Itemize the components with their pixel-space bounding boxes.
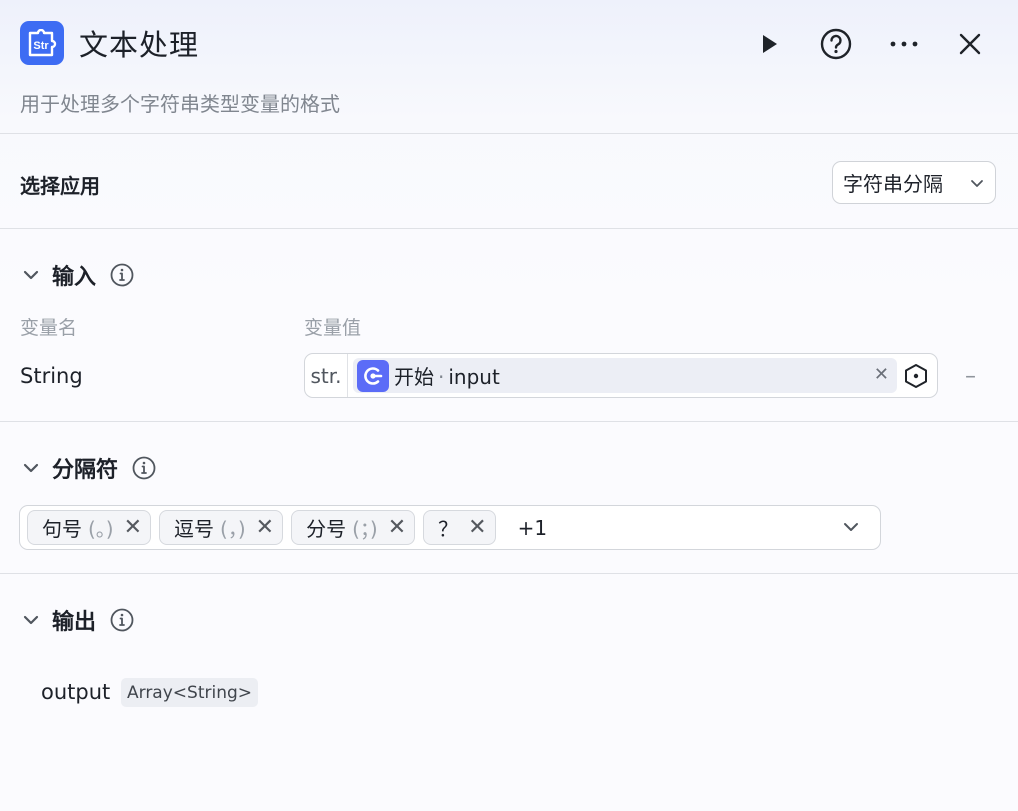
start-node-icon bbox=[364, 366, 383, 385]
divider bbox=[0, 133, 1018, 134]
tag-label: 分号 bbox=[306, 517, 347, 541]
variable-value-field[interactable]: str. 开始 · input ✕ bbox=[304, 353, 938, 398]
tag-label: 逗号 bbox=[174, 517, 215, 541]
divider bbox=[0, 573, 1018, 574]
divider bbox=[0, 421, 1018, 422]
subtitle: 用于处理多个字符串类型变量的格式 bbox=[20, 92, 340, 116]
collapse-toggle[interactable] bbox=[20, 609, 42, 631]
chevron-down-icon bbox=[971, 179, 983, 187]
puzzle-str-icon: Str bbox=[28, 29, 57, 57]
variable-reference-chip[interactable]: 开始 · input ✕ bbox=[353, 358, 897, 393]
collapse-toggle[interactable] bbox=[20, 264, 42, 286]
help-button[interactable] bbox=[816, 24, 856, 64]
input-section-header: 输入 bbox=[20, 259, 134, 291]
info-icon[interactable] bbox=[110, 263, 134, 287]
reference-text: 开始 · input bbox=[394, 361, 500, 390]
tag-symbol: (。) bbox=[88, 517, 114, 541]
tag-label: 句号 bbox=[42, 517, 82, 541]
info-icon bbox=[132, 456, 156, 480]
more-button[interactable] bbox=[884, 24, 924, 64]
separator-multiselect[interactable]: 句号 (。) ✕ 逗号 (，) ✕ 分号 (；) ✕ ？ ✕ +1 bbox=[19, 505, 881, 550]
more-tags-count[interactable]: +1 bbox=[518, 516, 547, 540]
collapse-toggle[interactable] bbox=[20, 457, 42, 479]
column-header-value: 变量值 bbox=[304, 317, 362, 339]
app-select-value: 字符串分隔 bbox=[843, 172, 943, 196]
remove-tag-button[interactable]: ✕ bbox=[388, 515, 406, 540]
remove-tag-button[interactable]: ✕ bbox=[468, 515, 486, 540]
run-button[interactable] bbox=[749, 24, 789, 64]
svg-text:Str: Str bbox=[33, 40, 49, 52]
app-select[interactable]: 字符串分隔 bbox=[832, 161, 996, 204]
column-header-name: 变量名 bbox=[20, 317, 78, 339]
divider bbox=[0, 228, 1018, 229]
separator-tag: 逗号 (，) ✕ bbox=[159, 510, 284, 545]
info-icon bbox=[110, 263, 134, 287]
chevron-down-icon bbox=[23, 270, 39, 280]
tag-symbol: (；) bbox=[352, 517, 378, 541]
output-section-header: 输出 bbox=[20, 604, 134, 636]
section-title: 输入 bbox=[52, 265, 97, 290]
output-type-badge: Array<String> bbox=[121, 678, 259, 707]
separator-tag: ？ ✕ bbox=[423, 510, 496, 545]
tag-symbol: (，) bbox=[220, 517, 246, 541]
page-title: 文本处理 bbox=[79, 28, 200, 62]
app-icon: Str bbox=[20, 21, 64, 65]
variable-picker-icon[interactable] bbox=[903, 363, 929, 389]
reference-node: 开始 bbox=[394, 365, 434, 389]
output-variable-name: output bbox=[41, 680, 111, 704]
chevron-down-icon[interactable] bbox=[840, 516, 862, 538]
section-title: 输出 bbox=[52, 610, 97, 635]
variable-name: String bbox=[20, 364, 83, 388]
start-node-icon bbox=[357, 359, 389, 392]
clear-reference-button[interactable]: ✕ bbox=[874, 364, 889, 385]
remove-tag-button[interactable]: ✕ bbox=[124, 515, 142, 540]
close-icon bbox=[959, 33, 981, 55]
reference-variable: input bbox=[448, 365, 500, 389]
remove-variable-button[interactable]: – bbox=[965, 364, 976, 389]
select-app-label: 选择应用 bbox=[20, 174, 100, 198]
play-icon bbox=[763, 35, 777, 53]
info-icon[interactable] bbox=[110, 608, 134, 632]
tag-label: ？ bbox=[438, 517, 459, 541]
reference-separator: · bbox=[438, 365, 445, 389]
chevron-down-icon bbox=[23, 615, 39, 625]
section-title: 分隔符 bbox=[52, 458, 119, 483]
info-icon[interactable] bbox=[132, 456, 156, 480]
separator-tag: 句号 (。) ✕ bbox=[27, 510, 152, 545]
remove-tag-button[interactable]: ✕ bbox=[256, 515, 274, 540]
more-icon bbox=[890, 41, 918, 47]
separator-section-header: 分隔符 bbox=[20, 452, 156, 484]
separator-tag: 分号 (；) ✕ bbox=[291, 510, 416, 545]
info-icon bbox=[110, 608, 134, 632]
help-icon bbox=[820, 28, 852, 60]
chevron-down-icon bbox=[23, 463, 39, 473]
type-tag: str. bbox=[305, 354, 348, 397]
close-button[interactable] bbox=[950, 24, 990, 64]
